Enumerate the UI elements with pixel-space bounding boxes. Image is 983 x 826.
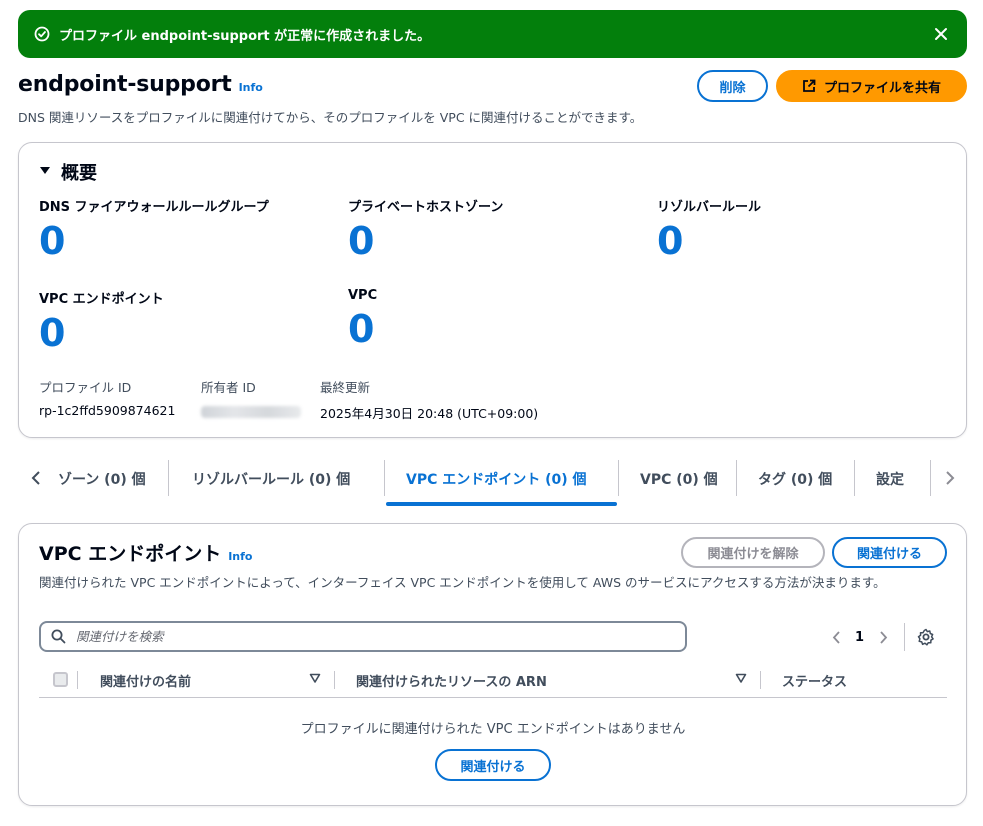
- vpc-endpoints-container: VPC エンドポイント Info 関連付けを解除 関連付ける 関連付けられた V…: [18, 523, 967, 806]
- stat-resolver-rules: リゾルバールール 0: [657, 196, 761, 263]
- stat-value[interactable]: 0: [348, 307, 377, 351]
- external-link-icon: [802, 79, 816, 93]
- overview-title: 概要: [61, 163, 97, 184]
- share-profile-label: プロファイルを共有: [823, 79, 941, 95]
- stat-label: DNS ファイアウォールルールグループ: [39, 200, 269, 215]
- pager-divider: [904, 623, 906, 651]
- stat-label: プライベートホストゾーン: [348, 200, 504, 215]
- chevron-left-icon[interactable]: [827, 628, 845, 646]
- active-tab-indicator: [386, 502, 617, 506]
- overview-header[interactable]: 概要: [39, 159, 97, 185]
- column-header-status[interactable]: ステータス: [782, 662, 847, 698]
- chevron-right-icon[interactable]: [940, 468, 960, 488]
- check-circle-icon: [34, 26, 50, 42]
- overview-container: 概要 DNS ファイアウォールルールグループ 0 プライベートホストゾーン 0 …: [18, 142, 967, 438]
- stat-value[interactable]: 0: [657, 219, 761, 263]
- chevron-right-icon[interactable]: [874, 628, 892, 646]
- search-box[interactable]: [39, 621, 687, 652]
- column-divider: [760, 671, 761, 689]
- profile-id-label: プロファイル ID: [39, 380, 132, 395]
- tab-divider: [618, 460, 619, 496]
- owner-id-label: 所有者 ID: [201, 380, 256, 395]
- page-title: endpoint-support: [18, 72, 232, 97]
- stat-vpc-endpoints: VPC エンドポイント 0: [39, 288, 164, 355]
- column-header-arn[interactable]: 関連付けられたリソースの ARN: [356, 662, 547, 698]
- stat-vpcs: VPC 0: [348, 288, 377, 351]
- delete-button[interactable]: 削除: [697, 70, 768, 102]
- stat-private-hosted-zones: プライベートホストゾーン 0: [348, 196, 503, 263]
- tab-resolver-rules[interactable]: リゾルバールール (0) 個: [192, 456, 350, 502]
- sort-icon[interactable]: [309, 672, 323, 686]
- caret-down-icon: [39, 164, 51, 180]
- stat-value[interactable]: 0: [39, 219, 269, 263]
- tab-divider: [384, 460, 385, 496]
- stat-firewall-rule-groups: DNS ファイアウォールルールグループ 0: [39, 196, 269, 263]
- page-header: endpoint-support Info: [18, 72, 263, 97]
- stat-value[interactable]: 0: [348, 219, 503, 263]
- column-divider: [334, 671, 335, 689]
- disassociate-button[interactable]: 関連付けを解除: [681, 537, 825, 568]
- flash-message: プロファイル endpoint-support が正常に作成されました。: [59, 28, 431, 44]
- last-updated-value: 2025年4月30日 20:48 (UTC+09:00): [320, 406, 539, 421]
- info-link[interactable]: Info: [239, 81, 263, 94]
- last-updated-field: 最終更新 2025年4月30日 20:48 (UTC+09:00): [320, 377, 538, 422]
- tab-tags[interactable]: タグ (0) 個: [758, 456, 832, 502]
- column-header-name[interactable]: 関連付けの名前: [100, 662, 191, 698]
- tab-divider: [930, 460, 931, 496]
- select-all-checkbox[interactable]: [53, 672, 68, 687]
- tab-settings[interactable]: 設定: [876, 456, 904, 502]
- stat-label: VPC エンドポイント: [39, 292, 164, 307]
- gear-icon[interactable]: [917, 628, 935, 646]
- chevron-left-icon[interactable]: [26, 468, 46, 488]
- page-description: DNS 関連リソースをプロファイルに関連付けてから、そのプロファイルを VPC …: [18, 110, 643, 125]
- tab-zones[interactable]: ゾーン (0) 個: [58, 456, 146, 502]
- owner-id-redacted: [201, 406, 301, 418]
- stat-label: VPC: [348, 288, 378, 303]
- empty-state-associate-button[interactable]: 関連付ける: [435, 749, 551, 781]
- pagination: 1: [827, 623, 935, 651]
- success-flashbar: プロファイル endpoint-support が正常に作成されました。: [18, 10, 967, 58]
- stat-value[interactable]: 0: [39, 311, 164, 355]
- tab-vpc-endpoints[interactable]: VPC エンドポイント (0) 個: [406, 456, 587, 502]
- search-input[interactable]: [76, 629, 656, 644]
- search-icon: [51, 629, 66, 644]
- profile-id-value: rp-1c2ffd5909874621: [39, 403, 176, 418]
- tab-bar: ゾーン (0) 個 リゾルバールール (0) 個 VPC エンドポイント (0)…: [18, 456, 967, 506]
- vpc-endpoints-title: VPC エンドポイント: [39, 543, 222, 565]
- page-number[interactable]: 1: [855, 630, 864, 645]
- share-profile-button[interactable]: プロファイルを共有: [776, 70, 967, 102]
- column-divider: [77, 671, 78, 689]
- tab-divider: [736, 460, 737, 496]
- tab-vpcs[interactable]: VPC (0) 個: [640, 456, 718, 502]
- tab-divider: [168, 460, 169, 496]
- associate-button[interactable]: 関連付ける: [832, 537, 947, 568]
- sort-icon[interactable]: [735, 672, 749, 686]
- owner-id-field: 所有者 ID: [201, 377, 301, 422]
- tab-divider: [854, 460, 855, 496]
- vpc-endpoints-header: VPC エンドポイント Info: [39, 539, 252, 566]
- table-header: 関連付けの名前 関連付けられたリソースの ARN ステータス: [39, 662, 947, 698]
- vpc-endpoints-description: 関連付けられた VPC エンドポイントによって、インターフェイス VPC エンド…: [39, 575, 886, 590]
- last-updated-label: 最終更新: [320, 380, 371, 395]
- close-icon[interactable]: [931, 24, 951, 44]
- info-link[interactable]: Info: [228, 550, 252, 563]
- empty-state-message: プロファイルに関連付けられた VPC エンドポイントはありません: [300, 722, 686, 737]
- profile-id-field: プロファイル ID rp-1c2ffd5909874621: [39, 377, 175, 418]
- stat-label: リゾルバールール: [657, 200, 762, 215]
